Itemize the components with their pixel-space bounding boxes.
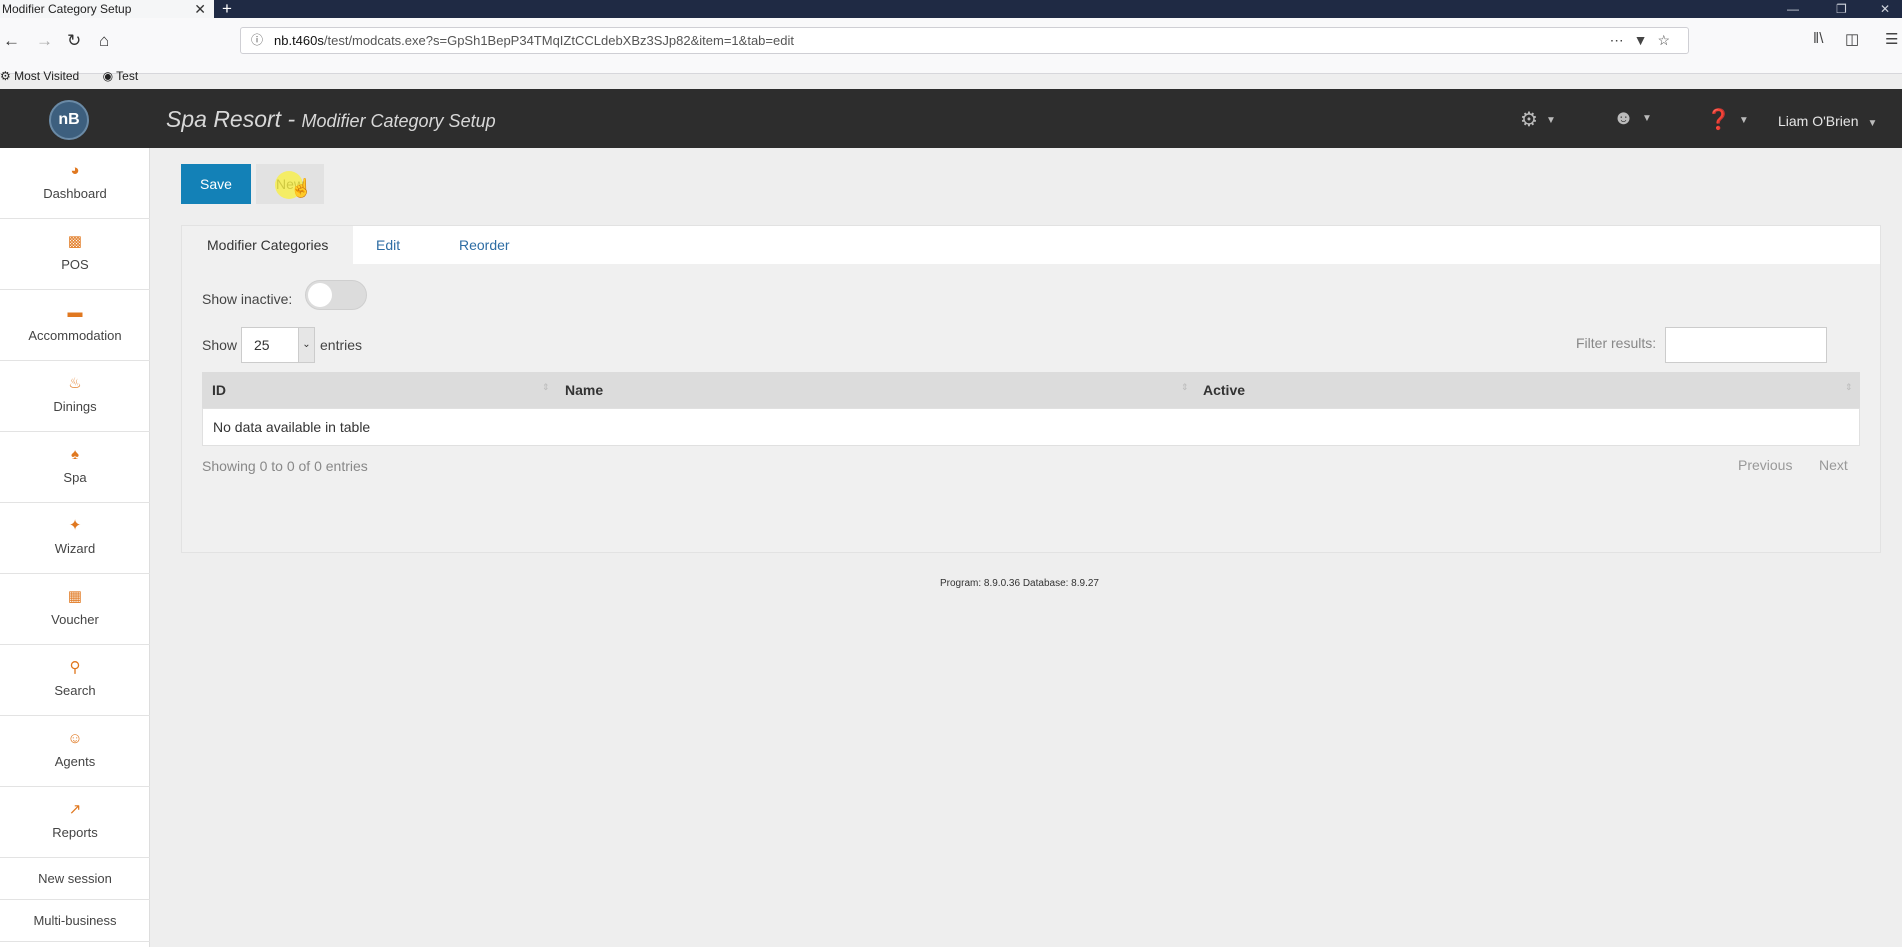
pocket-icon[interactable]: ▼ [1634, 32, 1658, 48]
close-window-icon[interactable]: ✕ [1880, 0, 1890, 18]
column-header-active[interactable]: Active [1203, 372, 1245, 408]
reload-icon[interactable]: ↻ [67, 31, 81, 51]
ninja-icon: ☻ [1613, 107, 1635, 129]
back-icon[interactable]: ← [3, 31, 20, 51]
sidebar: ◕ Dashboard ▩ POS ▬ Accommodation ♨ Dini… [0, 148, 150, 947]
tab-strip: Modifier Categories Edit Reorder [182, 226, 1880, 264]
sort-icon: ⇕ [542, 382, 550, 392]
sidebar-toggle-icon[interactable]: ◫ [1845, 30, 1859, 48]
caret-down-icon: ▼ [1642, 113, 1652, 125]
column-header-id[interactable]: ID [212, 372, 226, 408]
entries-select[interactable]: 25 ⌄ [241, 327, 315, 363]
sidebar-item-wizard[interactable]: ✦ Wizard [0, 503, 150, 574]
gears-icon: ⚙ [1520, 109, 1538, 131]
forward-icon[interactable]: → [36, 31, 53, 51]
show-label: Show [202, 337, 238, 353]
sidebar-item-multi-business[interactable]: Multi-business [0, 900, 150, 942]
restore-icon[interactable]: ❐ [1836, 0, 1847, 18]
show-inactive-toggle[interactable] [305, 280, 367, 310]
sidebar-item-dinings[interactable]: ♨ Dinings [0, 361, 150, 432]
help-menu[interactable]: ❓ ▼ [1706, 107, 1749, 132]
app-header: nB Spa Resort - Modifier Category Setup … [0, 89, 1902, 148]
entries-label: entries [320, 337, 363, 353]
table-header: ID ⇕ Name ⇕ Active ⇕ [202, 372, 1860, 408]
caret-down-icon: ▼ [1867, 118, 1878, 129]
sidebar-item-accommodation[interactable]: ▬ Accommodation [0, 290, 150, 361]
save-button[interactable]: Save [181, 164, 251, 204]
table-row: No data available in table [202, 408, 1860, 446]
hand-cursor-icon: ☝ [290, 178, 313, 198]
minimize-icon[interactable]: — [1787, 0, 1799, 18]
filter-input[interactable] [1665, 327, 1827, 363]
bookmarks-bar: ⚙ Most Visited ◉ Test [0, 66, 158, 86]
previous-button[interactable]: Previous [1738, 457, 1792, 473]
settings-menu[interactable]: ⚙ ▼ [1520, 107, 1556, 132]
data-table: ID ⇕ Name ⇕ Active ⇕ No data available i… [202, 372, 1860, 446]
gift-icon: ▦ [67, 588, 83, 605]
sidebar-item-spa[interactable]: ♠ Spa [0, 432, 150, 503]
sidebar-item-dashboard[interactable]: ◕ Dashboard [0, 148, 150, 219]
main-panel: Modifier Categories Edit Reorder Show in… [181, 225, 1881, 553]
pos-icon: ▩ [67, 233, 83, 250]
caret-down-icon: ▼ [1738, 115, 1749, 127]
filter-label: Filter results: [1576, 335, 1657, 351]
app-logo[interactable]: nB [49, 100, 89, 140]
menu-icon[interactable]: ☰ [1885, 30, 1898, 48]
bookmark-most-visited[interactable]: ⚙ Most Visited [0, 69, 89, 83]
bed-icon: ▬ [67, 304, 83, 321]
close-tab-icon[interactable]: ✕ [194, 0, 206, 18]
library-icon[interactable]: ‖\ [1813, 30, 1823, 47]
column-header-name[interactable]: Name [565, 372, 603, 408]
spa-icon: ♠ [71, 446, 79, 463]
user-role-menu[interactable]: ☻ ▼ [1613, 107, 1652, 130]
search-icon: ⚲ [69, 659, 81, 676]
chevron-down-icon: ⌄ [298, 328, 314, 362]
browser-tab-title: Modifier Category Setup [2, 2, 132, 16]
agent-icon: ☺ [67, 730, 83, 747]
sidebar-item-search[interactable]: ⚲ Search [0, 645, 150, 716]
sidebar-item-agents[interactable]: ☺ Agents [0, 716, 150, 787]
wand-icon: ✦ [68, 517, 82, 534]
help-icon: ❓ [1706, 109, 1731, 131]
sort-icon: ⇕ [1845, 382, 1853, 392]
toggle-knob [308, 283, 332, 307]
show-inactive-label: Show inactive: [202, 291, 293, 307]
dashboard-icon: ◕ [70, 162, 80, 179]
next-button[interactable]: Next [1819, 457, 1848, 473]
caret-down-icon: ▼ [1545, 115, 1556, 127]
url-bar[interactable]: ⓘ nb.t460s/test/modcats.exe?s=GpSh1BepP3… [240, 27, 1689, 54]
more-icon[interactable]: ⋯ [1610, 32, 1634, 48]
url-path: /test/modcats.exe?s=GpSh1BepP34TMqIZtCCL… [323, 33, 794, 48]
browser-toolbar: ← → ↻ ⌂ ⓘ nb.t460s/test/modcats.exe?s=Gp… [0, 18, 1902, 83]
table-info: Showing 0 to 0 of 0 entries [202, 458, 368, 474]
browser-tab-bar: Modifier Category Setup ✕ + — ❐ ✕ [0, 0, 1902, 18]
user-menu[interactable]: Liam O'Brien ▼ [1778, 113, 1877, 129]
page-title: Spa Resort - Modifier Category Setup [166, 106, 496, 132]
tab-reorder[interactable]: Reorder [434, 226, 535, 264]
bookmark-test[interactable]: ◉ Test [103, 69, 149, 83]
chart-icon: ↗ [68, 801, 82, 818]
url-host: nb.t460s [274, 33, 324, 48]
info-icon[interactable]: ⓘ [251, 28, 263, 53]
dining-icon: ♨ [68, 375, 82, 392]
home-icon[interactable]: ⌂ [99, 31, 109, 51]
new-tab-icon[interactable]: + [222, 0, 232, 17]
sidebar-item-voucher[interactable]: ▦ Voucher [0, 574, 150, 645]
empty-table-message: No data available in table [213, 419, 371, 435]
sidebar-item-reports[interactable]: ↗ Reports [0, 787, 150, 858]
version-footer: Program: 8.9.0.36 Database: 8.9.27 [940, 578, 1099, 589]
browser-tab[interactable]: Modifier Category Setup ✕ [0, 0, 214, 18]
entries-value: 25 [254, 337, 270, 353]
bookmark-star-icon[interactable]: ☆ [1657, 32, 1680, 48]
sidebar-item-pos[interactable]: ▩ POS [0, 219, 150, 290]
tab-edit[interactable]: Edit [351, 226, 425, 264]
sort-icon: ⇕ [1181, 382, 1189, 392]
sidebar-item-new-session[interactable]: New session [0, 858, 150, 900]
tab-modifier-categories[interactable]: Modifier Categories [182, 226, 354, 264]
